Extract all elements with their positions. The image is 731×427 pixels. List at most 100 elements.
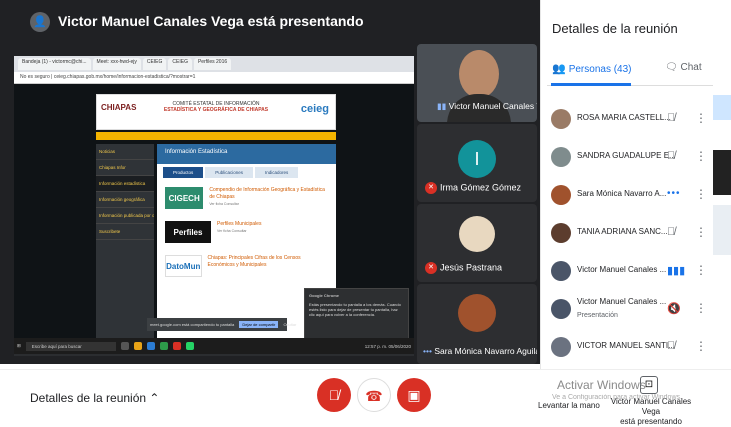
tile-name: ✕ Jesús Pastrana (425, 262, 502, 274)
site-menu-item[interactable]: Noticias (96, 144, 154, 160)
shared-screen[interactable]: Bandeja (1) - victormc@chi... Meet: xxx-… (14, 56, 414, 356)
more-options-icon[interactable]: ⋮ (695, 225, 707, 239)
product-title[interactable]: Compendio de Información Geográfica y Es… (209, 187, 328, 208)
participant-row[interactable]: Victor Manuel Canales ... ▮▮▮ ⋮ (541, 254, 715, 290)
meeting-details-button[interactable]: Detalles de la reunión ⌃ (30, 391, 159, 405)
taskbar-date: 05/06/2020 (388, 343, 411, 349)
address-bar[interactable]: No es seguro | ceieg.chiapas.gob.mx/home… (14, 72, 414, 84)
taskbar-app-icon[interactable] (120, 342, 129, 350)
more-options-icon[interactable]: ⋮ (695, 339, 707, 353)
more-options-icon[interactable]: ⋮ (695, 149, 707, 163)
audio-active-icon: ▮▮▮ (667, 265, 686, 277)
presenting-status[interactable]: Victor Manuel Canales Vega está presenta… (605, 397, 697, 427)
product-meta[interactable]: Ver ficha Consultar (209, 201, 328, 208)
browser-tab[interactable]: CEIEG (168, 58, 192, 70)
presenter-title: Victor Manuel Canales Vega está presenta… (58, 13, 364, 29)
cigech-logo: CIGECH (165, 187, 204, 209)
avatar (551, 299, 571, 319)
stop-sharing-button[interactable]: Dejar de compartir (239, 321, 279, 328)
taskbar-search[interactable]: Escribe aquí para buscar (25, 341, 116, 351)
ceieg-logo: ceieg (300, 103, 329, 115)
site-menu-item[interactable]: Chiapas Infor (96, 160, 154, 176)
participant-tile[interactable]: ••• Sara Mónica Navarro Aguilar (417, 284, 537, 364)
tile-name: ••• Sara Mónica Navarro Aguilar (423, 346, 537, 356)
more-options-icon[interactable]: ⋮ (695, 187, 707, 201)
taskbar-app-icon[interactable] (159, 342, 168, 350)
browser-tab-strip[interactable]: Bandeja (1) - victormc@chi... Meet: xxx-… (14, 56, 414, 72)
taskbar-app-icon[interactable] (185, 342, 194, 350)
tab-people[interactable]: 👥 Personas (43) (552, 62, 632, 75)
site-menu-item[interactable]: Suscribete (96, 224, 154, 240)
taskbar-app-icon[interactable] (146, 342, 155, 350)
background-fragment (713, 95, 731, 120)
mic-off-icon: 🎙̸ (667, 112, 676, 124)
notification-text: Estás presentando tu pantalla a los demá… (309, 302, 401, 317)
side-panel: Detalles de la reunión 👥 Personas (43) 🗨 … (540, 0, 714, 369)
product-item[interactable]: DatoMun Chiapas: Principales Cifras de l… (157, 249, 336, 283)
site-header: CHIAPAS COMITÉ ESTATAL DE INFORMACIÓN ES… (96, 94, 336, 130)
raise-hand-button[interactable]: Levantar la mano (538, 401, 600, 410)
site-menu-item[interactable]: Información publicada por otras organiza… (96, 208, 154, 224)
speaking-dots-icon: ••• (667, 188, 681, 199)
participant-row[interactable]: TANIA ADRIANA SANC... 🎙̸ ⋮ (541, 216, 715, 252)
taskbar-app-icon[interactable] (172, 342, 181, 350)
panel-title: Información Estadística (157, 144, 336, 164)
windows-start-icon[interactable]: ⊞ (17, 343, 21, 349)
panel-tab[interactable]: Indicadores (255, 167, 299, 178)
site-nav[interactable] (96, 132, 336, 140)
presentation-audio-off-icon: 🔇 (667, 303, 681, 315)
site-menu-item[interactable]: Información estadística (96, 176, 154, 192)
camera-toggle-button[interactable]: ▣ (397, 378, 431, 412)
browser-tab[interactable]: Meet: xxx-hwd-ejy (92, 58, 141, 70)
panel-tab[interactable]: Productos (163, 167, 204, 178)
participant-name: TANIA ADRIANA SANC... (577, 227, 668, 236)
product-title-text[interactable]: Perfiles Municipales (217, 221, 261, 227)
panel-tabs[interactable]: Productos Publicaciones Indicadores (157, 164, 336, 181)
participant-tile[interactable]: ✕ Jesús Pastrana (417, 204, 537, 282)
browser-tab[interactable]: Perfiles 2016 (193, 58, 232, 70)
chat-icon: 🗨 (665, 62, 678, 73)
participant-row[interactable]: SANDRA GUADALUPE E... 🎙̸ ⋮ (541, 140, 715, 176)
watermark-subtext: Ve a Configuración para activar Windows. (552, 394, 682, 401)
participant-row[interactable]: Sara Mónica Navarro A... ••• ⋮ (541, 178, 715, 214)
product-title-text[interactable]: Compendio de Información Geográfica y Es… (209, 187, 325, 200)
more-options-icon[interactable]: ⋮ (695, 111, 707, 125)
participant-row[interactable]: VICTOR MANUEL SANTI... 🎙̸ ⋮ (541, 330, 715, 366)
datomun-logo: DatoMun (165, 255, 202, 277)
leave-call-button[interactable]: ☎ (357, 378, 391, 412)
share-banner: meet.google.com está compartiendo tu pan… (147, 318, 296, 331)
tile-name: ✕ Irma Gómez Gómez (425, 182, 521, 194)
mic-off-icon: 🎙̸ (667, 150, 676, 162)
hide-button[interactable]: Ocultar (283, 322, 296, 327)
perfiles-logo: Perfiles (165, 221, 211, 243)
more-options-icon[interactable]: ⋮ (695, 301, 707, 315)
taskbar-clock: 12:57 p. m. 05/06/2020 (365, 344, 411, 349)
browser-tab[interactable]: Bandeja (1) - victormc@chi... (18, 58, 91, 70)
chevron-up-icon: ⌃ (149, 391, 160, 405)
more-options-icon[interactable]: ⋮ (695, 263, 707, 277)
presenter-avatar: 👤 (30, 12, 50, 32)
taskbar-app-icon[interactable] (133, 342, 142, 350)
site-menu-item[interactable]: Información geográfica (96, 192, 154, 208)
product-title[interactable]: Perfiles Municipales Ver ficha Consultar (217, 221, 261, 235)
product-title[interactable]: Chiapas: Principales Cifras de los Censo… (208, 255, 328, 269)
site-brand-text: COMITÉ ESTATAL DE INFORMACIÓN ESTADÍSTIC… (157, 101, 275, 113)
mic-off-icon: ✕ (425, 262, 437, 274)
participant-tile[interactable]: ▮▮ Victor Manuel Canales Vega (417, 44, 537, 122)
participant-name: Victor Manuel Canales ... (577, 297, 667, 306)
product-item[interactable]: CIGECH Compendio de Información Geográfi… (157, 181, 336, 215)
windows-taskbar[interactable]: ⊞ Escribe aquí para buscar 12:57 p. m. 0… (14, 338, 414, 354)
site-menu[interactable]: Noticias Chiapas Infor Información estad… (96, 144, 154, 344)
taskbar-time: 12:57 p. m. (364, 343, 388, 349)
panel-tab[interactable]: Publicaciones (205, 167, 254, 178)
participant-row[interactable]: Victor Manuel Canales ... Presentación 🔇… (541, 292, 715, 328)
participant-row[interactable]: ROSA MARIA CASTELL... 🎙̸ ⋮ (541, 102, 715, 138)
tab-chat[interactable]: 🗨 Chat (665, 62, 702, 73)
product-item[interactable]: Perfiles Perfiles Municipales Ver ficha C… (157, 215, 336, 249)
website: CHIAPAS COMITÉ ESTATAL DE INFORMACIÓN ES… (14, 84, 414, 353)
participant-tile[interactable]: I ✕ Irma Gómez Gómez (417, 124, 537, 202)
browser-tab[interactable]: CEIEG (142, 58, 167, 70)
product-meta[interactable]: Ver ficha Consultar (217, 228, 261, 235)
mic-toggle-button[interactable]: 🎙̸ (317, 378, 351, 412)
tile-name-text: Sara Mónica Navarro Aguilar (434, 346, 537, 356)
